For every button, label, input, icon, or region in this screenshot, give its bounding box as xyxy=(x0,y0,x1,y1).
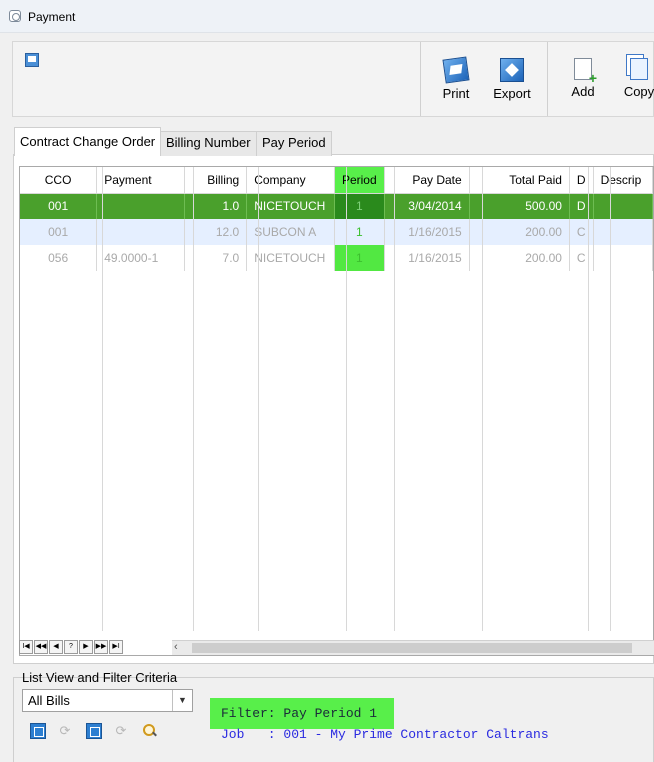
copy-icon xyxy=(630,58,648,80)
filter-view-icon[interactable] xyxy=(86,723,102,739)
col-header-payment[interactable]: Payment xyxy=(96,167,185,194)
refresh-icon[interactable]: ⟳ xyxy=(57,723,73,739)
column-divider xyxy=(346,167,347,631)
cell-period: 1 xyxy=(334,193,385,219)
cell-period: 1 xyxy=(334,245,385,271)
scrollbar-thumb[interactable] xyxy=(192,643,632,653)
cell-pay-date: 3/04/2014 xyxy=(384,193,470,219)
list-view-icon[interactable] xyxy=(30,723,46,739)
cell-cco: 056 xyxy=(20,245,98,271)
column-divider xyxy=(258,167,259,631)
column-divider xyxy=(588,167,589,631)
export-button[interactable]: Export xyxy=(486,54,538,110)
title-bar: Payment xyxy=(0,0,654,33)
print-label: Print xyxy=(442,86,470,101)
scroll-left-icon[interactable]: ‹ xyxy=(174,641,178,653)
cell-payment: 49.0000-1 xyxy=(96,245,185,271)
cell-description xyxy=(593,219,653,245)
table-row[interactable]: 001 12.0 SUBCON A 1 1/16/2015 200.00 C xyxy=(20,219,653,245)
add-button[interactable]: Add xyxy=(557,54,609,110)
table-row[interactable]: 056 49.0000-1 7.0 NICETOUCH 1 1/16/2015 … xyxy=(20,245,653,271)
col-header-total-paid[interactable]: Total Paid xyxy=(469,167,570,194)
col-header-period[interactable]: Period xyxy=(334,167,385,194)
cell-cco: 001 xyxy=(20,193,98,219)
column-divider xyxy=(610,167,611,631)
cell-total-paid: 500.00 xyxy=(469,193,570,219)
col-header-pay-date[interactable]: Pay Date xyxy=(384,167,470,194)
tab-pay-period[interactable]: Pay Period xyxy=(256,131,332,156)
cell-company: NICETOUCH xyxy=(246,193,335,219)
bill-filter-select[interactable]: All Bills ▼ xyxy=(22,689,193,712)
cell-period: 1 xyxy=(334,219,385,245)
horizontal-scrollbar[interactable]: ‹ xyxy=(172,640,654,655)
cell-pay-date: 1/16/2015 xyxy=(384,245,470,271)
cell-d: C xyxy=(569,219,594,245)
cell-total-paid: 200.00 xyxy=(469,219,570,245)
export-label: Export xyxy=(493,86,531,101)
job-status: Job : 001 - My Prime Contractor Caltrans xyxy=(221,727,549,742)
col-header-company[interactable]: Company xyxy=(246,167,335,194)
search-icon[interactable] xyxy=(142,723,158,739)
column-divider xyxy=(482,167,483,631)
cell-description xyxy=(593,193,653,219)
export-icon xyxy=(500,58,524,82)
cell-company: NICETOUCH xyxy=(246,245,335,271)
bill-filter-value: All Bills xyxy=(28,693,70,708)
column-divider xyxy=(394,167,395,631)
grid-header-row: CCO Payment Billing Company Period Pay D… xyxy=(20,167,653,194)
table-row[interactable]: 001 1.0 NICETOUCH 1 3/04/2014 500.00 D xyxy=(20,193,653,219)
tab-contract-change-order[interactable]: Contract Change Order xyxy=(14,127,162,156)
cell-description xyxy=(593,245,653,271)
add-label: Add xyxy=(571,84,595,99)
next-record-button[interactable]: ▶ xyxy=(79,640,93,654)
cell-pay-date: 1/16/2015 xyxy=(384,219,470,245)
col-header-cco[interactable]: CCO xyxy=(20,167,98,194)
help-button[interactable]: ? xyxy=(64,640,78,654)
copy-button[interactable]: Copy xyxy=(613,54,654,110)
tab-billing-number[interactable]: Billing Number xyxy=(160,131,257,156)
cell-d: D xyxy=(569,193,594,219)
cell-d: C xyxy=(569,245,594,271)
col-header-d[interactable]: D xyxy=(569,167,594,194)
window-title: Payment xyxy=(28,10,76,24)
col-header-description[interactable]: Descrip xyxy=(593,167,653,194)
first-page-button[interactable]: I◀ xyxy=(19,640,33,654)
cell-payment xyxy=(96,219,185,245)
grid-pager: I◀ ◀◀ ◀ ? ▶ ▶▶ ▶I xyxy=(19,640,124,656)
window-restore-icon[interactable] xyxy=(25,53,39,67)
next-page-button[interactable]: ▶▶ xyxy=(94,640,108,654)
chevron-down-icon[interactable]: ▼ xyxy=(172,690,192,711)
cell-total-paid: 200.00 xyxy=(469,245,570,271)
column-divider xyxy=(193,167,194,631)
prev-page-button[interactable]: ◀◀ xyxy=(34,640,48,654)
toolbar-separator xyxy=(420,42,421,116)
prev-record-button[interactable]: ◀ xyxy=(49,640,63,654)
cell-payment xyxy=(96,193,185,219)
grid-table: CCO Payment Billing Company Period Pay D… xyxy=(20,167,653,271)
copy-label: Copy xyxy=(623,84,654,99)
last-page-button[interactable]: ▶I xyxy=(109,640,123,654)
cell-cco: 001 xyxy=(20,219,98,245)
column-divider xyxy=(102,167,103,631)
print-button[interactable]: Print xyxy=(430,54,482,110)
filter-status: Filter: Pay Period 1 xyxy=(210,698,394,729)
print-icon xyxy=(442,56,470,84)
add-icon xyxy=(574,58,597,84)
toolbar-separator xyxy=(547,42,548,116)
payment-grid: CCO Payment Billing Company Period Pay D… xyxy=(19,166,654,656)
toolbar: Print Export Add Copy xyxy=(12,41,654,117)
filter-section-label: List View and Filter Criteria xyxy=(22,670,178,685)
sync-icon[interactable]: ⟳ xyxy=(113,723,129,739)
cell-company: SUBCON A xyxy=(246,219,335,245)
app-icon xyxy=(9,10,21,22)
